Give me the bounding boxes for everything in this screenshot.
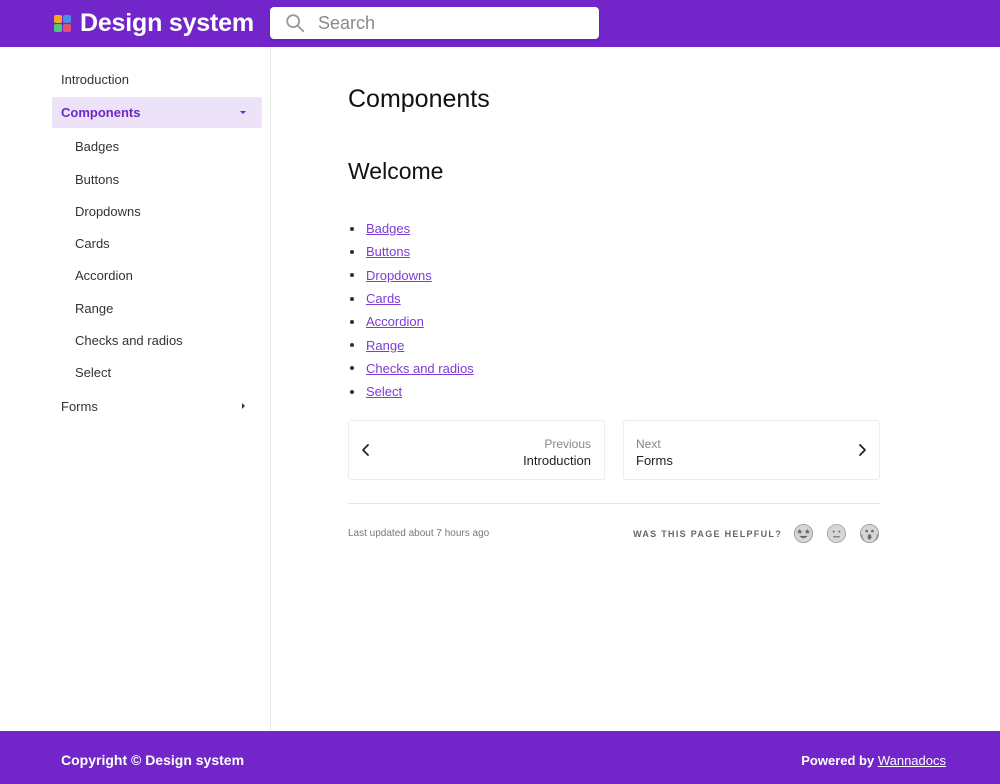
previous-page-button[interactable]: Previous Introduction [348,420,605,480]
footer: Copyright © Design system Powered by Wan… [0,731,1000,784]
link-dropdowns[interactable]: Dropdowns [366,268,432,283]
sidebar-subitem-dropdowns[interactable]: Dropdowns [75,204,141,219]
page-title: Components [348,85,490,113]
divider [348,503,880,504]
sidebar-subitem-buttons[interactable]: Buttons [75,172,119,187]
next-page-title: Forms [636,453,673,468]
previous-page-title: Introduction [523,453,591,468]
helpful-prompt: WAS THIS PAGE HELPFUL? [633,529,782,539]
site-title: Design system [80,9,254,37]
sidebar-subitem-range[interactable]: Range [75,301,113,316]
star-struck-emoji-icon[interactable] [793,523,814,544]
link-accordion[interactable]: Accordion [366,314,424,329]
copyright-text: Copyright © Design system [61,752,245,768]
list-item: Buttons [348,240,474,263]
list-item: Range [348,333,474,356]
bullet [350,273,354,278]
logo-square-1 [54,15,62,23]
link-buttons[interactable]: Buttons [366,244,410,259]
list-item: Cards [348,287,474,310]
chevron-left-icon [362,444,369,456]
logo-square-3 [54,24,62,32]
sidebar-item-forms[interactable]: Forms [52,391,262,422]
list-item: Select [348,380,474,403]
link-badges[interactable]: Badges [366,221,410,236]
link-select[interactable]: Select [366,384,402,399]
sidebar-subitem-accordion[interactable]: Accordion [75,268,133,283]
search-box[interactable] [270,7,599,39]
bullet [350,319,354,324]
search-input[interactable] [318,12,578,34]
sidebar-item-components[interactable]: Components [52,97,262,128]
neutral-face-emoji-icon[interactable] [826,523,847,544]
powered-by: Powered by Wannadocs [801,753,946,768]
caret-down-icon [240,111,246,114]
sidebar-item-label: Introduction [61,72,129,87]
powered-by-label: Powered by [801,753,875,768]
last-updated-text: Last updated about 7 hours ago [348,528,490,539]
brand[interactable]: Design system [54,9,254,38]
sidebar-item-label: Forms [61,399,98,414]
sidebar-subitem-select[interactable]: Select [75,365,111,380]
bullet [350,296,354,301]
bullet [350,389,354,394]
sidebar-item-introduction[interactable]: Introduction [52,64,262,95]
sidebar-subitem-cards[interactable]: Cards [75,236,110,251]
bullet [350,226,354,231]
bullet [350,343,354,348]
component-link-list: Badges Buttons Dropdowns Cards Accordion… [348,217,474,403]
sidebar: Introduction Components Badges Buttons D… [0,47,271,731]
link-cards[interactable]: Cards [366,291,401,306]
section-title: Welcome [348,158,444,184]
next-label: Next [636,437,661,451]
logo-square-2 [63,15,71,23]
next-page-button[interactable]: Next Forms [623,420,880,480]
screaming-face-emoji-icon[interactable] [859,523,880,544]
sidebar-subitem-badges[interactable]: Badges [75,139,119,154]
wannadocs-link[interactable]: Wannadocs [878,753,946,768]
top-header: Design system [0,0,1000,47]
sidebar-item-label: Components [61,105,141,120]
chevron-right-icon [859,444,866,456]
bullet [350,366,354,371]
list-item: Badges [348,217,474,240]
sidebar-subitem-checks-and-radios[interactable]: Checks and radios [75,333,183,348]
caret-right-icon [242,403,245,409]
link-range[interactable]: Range [366,338,404,353]
logo-square-4 [63,24,71,32]
list-item: Checks and radios [348,357,474,380]
logo-grid-icon [54,15,71,32]
list-item: Dropdowns [348,264,474,287]
link-checks-and-radios[interactable]: Checks and radios [366,361,474,376]
bullet [350,249,354,254]
list-item: Accordion [348,310,474,333]
search-icon [286,14,305,33]
previous-label: Previous [544,437,591,451]
